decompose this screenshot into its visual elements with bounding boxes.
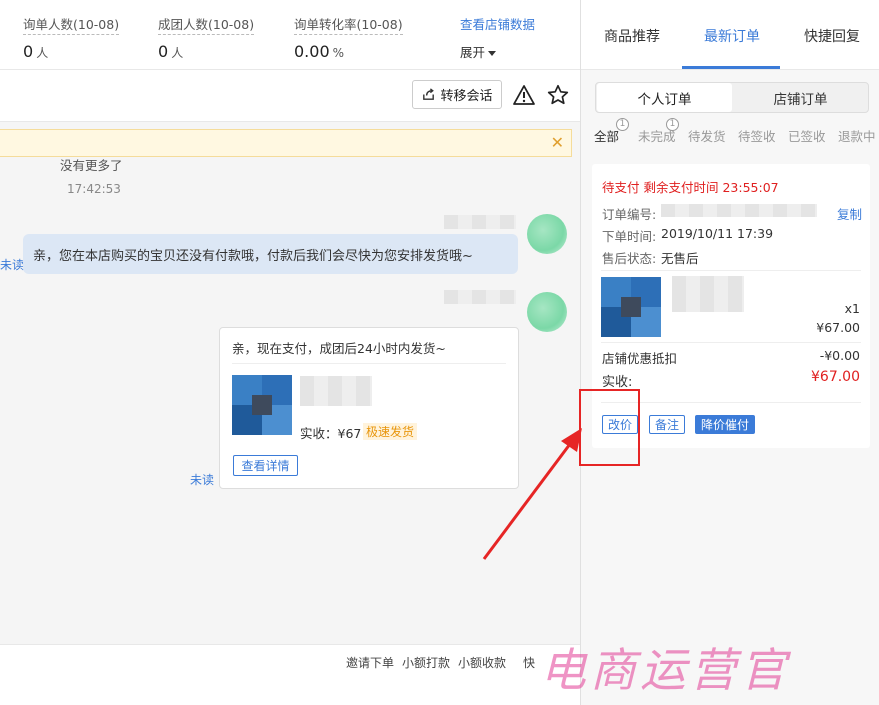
filter-refunding[interactable]: 退款中 — [838, 126, 876, 145]
after-sale-status: 无售后 — [661, 251, 699, 266]
quick-link[interactable]: 快 — [523, 654, 535, 671]
after-sale-label: 售后状态: — [602, 251, 657, 266]
stats-links: 查看店铺数据 展开 — [460, 14, 535, 61]
view-details-button[interactable]: 查看详情 — [233, 455, 298, 476]
invite-order-link[interactable]: 邀请下单 — [346, 654, 394, 671]
card-title: 亲，现在支付，成团后24小时内发货~ — [232, 341, 446, 356]
stat-unit: % — [332, 46, 345, 60]
close-icon[interactable]: ✕ — [551, 133, 564, 152]
order-quantity: x1 — [844, 301, 860, 316]
stat-value: 0 — [158, 42, 169, 61]
star-icon[interactable] — [546, 83, 570, 107]
stat-value: 0.00 — [294, 42, 330, 61]
tab-product-recommend[interactable]: 商品推荐 — [604, 26, 660, 46]
small-payout-link[interactable]: 小额打款 — [402, 654, 450, 671]
discount-urge-pay-button[interactable]: 降价催付 — [695, 415, 756, 434]
stat-conversion: 询单转化率(10-08) 0.00% — [294, 14, 403, 61]
product-thumbnail — [601, 277, 661, 337]
watermark: 电商运营官 — [540, 643, 790, 697]
count-badge: 1 — [616, 118, 629, 131]
stat-unit: 人 — [36, 46, 49, 60]
message-bubble: 亲，您在本店购买的宝贝还没有付款哦，付款后我们会尽快为您安排发货哦~ — [23, 234, 518, 274]
caret-down-icon — [488, 51, 497, 56]
stat-value: 0 — [23, 42, 34, 61]
remark-button[interactable]: 备注 — [649, 415, 686, 434]
quick-actions-bar: 邀请下单 小额打款 小额收款 快 — [0, 644, 580, 705]
stat-label: 询单人数(10-08) — [23, 14, 120, 35]
active-tab-indicator — [682, 66, 780, 69]
stat-groups: 成团人数(10-08) 0人 — [158, 14, 255, 61]
avatar — [527, 214, 567, 254]
discount-label: 店铺优惠抵扣 — [602, 351, 678, 366]
message-time: 17:42:53 — [67, 182, 121, 196]
actual-label: 实收: — [602, 375, 633, 390]
card-actual-price: 实收：¥67 — [300, 426, 362, 441]
expand-toggle[interactable]: 展开 — [460, 42, 535, 61]
stat-inquiries: 询单人数(10-08) 0人 — [23, 14, 120, 61]
segment-personal-orders[interactable]: 个人订单 — [597, 83, 732, 112]
order-status-line: 待支付 剩余支付时间 23:55:07 — [602, 177, 779, 196]
stats-bar: 询单人数(10-08) 0人 成团人数(10-08) 0人 询单转化率(10-0… — [0, 0, 580, 70]
notice-bar: ✕ — [0, 129, 572, 157]
order-no-label: 订单编号: — [602, 207, 657, 222]
filter-to-receive[interactable]: 待签收 — [738, 126, 776, 145]
order-time: 2019/10/11 17:39 — [661, 226, 774, 241]
tab-quick-reply[interactable]: 快捷回复 — [804, 26, 860, 46]
filter-all[interactable]: 全部 — [594, 126, 619, 145]
actual-value: ¥67.00 — [811, 369, 860, 385]
order-panel: 商品推荐 最新订单 快捷回复 个人订单 店铺订单 全部 1 未完成 1 待发货 … — [580, 0, 879, 705]
stat-unit: 人 — [171, 46, 184, 60]
avatar — [527, 292, 567, 332]
panel-tabs: 商品推荐 最新订单 快捷回复 — [581, 0, 879, 70]
no-more-text: 没有更多了 — [60, 158, 123, 173]
transfer-session-button[interactable]: 转移会话 — [412, 80, 502, 109]
segment-shop-orders[interactable]: 店铺订单 — [733, 83, 868, 112]
order-type-switch: 个人订单 店铺订单 — [595, 82, 869, 113]
order-price: ¥67.00 — [816, 320, 860, 335]
tab-latest-orders[interactable]: 最新订单 — [704, 26, 760, 46]
discount-value: -¥0.00 — [819, 348, 860, 363]
expand-label: 展开 — [460, 45, 486, 60]
filter-to-ship[interactable]: 待发货 — [688, 126, 726, 145]
chat-toolbar: 转移会话 — [0, 70, 580, 122]
fast-shipping-tag: 极速发货 — [363, 423, 418, 440]
message-list: 没有更多了 17:42:53 未读 亲，您在本店购买的宝贝还没有付款哦，付款后我… — [0, 157, 580, 644]
share-icon — [423, 88, 435, 100]
stat-label: 询单转化率(10-08) — [294, 14, 403, 35]
transfer-label: 转移会话 — [440, 89, 493, 104]
unread-label: 未读 — [0, 258, 25, 272]
payment-countdown: 剩余支付时间 23:55:07 — [643, 180, 779, 195]
filter-received[interactable]: 已签收 — [788, 126, 826, 145]
blurred-sender-name — [444, 290, 516, 304]
blurred-product-name — [300, 376, 372, 406]
blurred-order-number — [661, 204, 817, 217]
blurred-product-name — [672, 276, 744, 312]
view-shop-data-link[interactable]: 查看店铺数据 — [460, 14, 535, 33]
count-badge: 1 — [666, 118, 679, 131]
small-collect-link[interactable]: 小额收款 — [458, 654, 506, 671]
stat-label: 成团人数(10-08) — [158, 14, 255, 35]
blurred-sender-name — [444, 215, 516, 229]
annotation-arrow-icon — [482, 428, 582, 560]
copy-link[interactable]: 复制 — [837, 204, 862, 223]
product-thumbnail — [232, 375, 292, 435]
chat-area: 询单人数(10-08) 0人 成团人数(10-08) 0人 询单转化率(10-0… — [0, 0, 580, 705]
warning-icon[interactable] — [512, 83, 536, 107]
unread-label: 未读 — [190, 473, 215, 487]
order-status: 待支付 — [602, 180, 640, 195]
order-time-label: 下单时间: — [602, 229, 657, 244]
